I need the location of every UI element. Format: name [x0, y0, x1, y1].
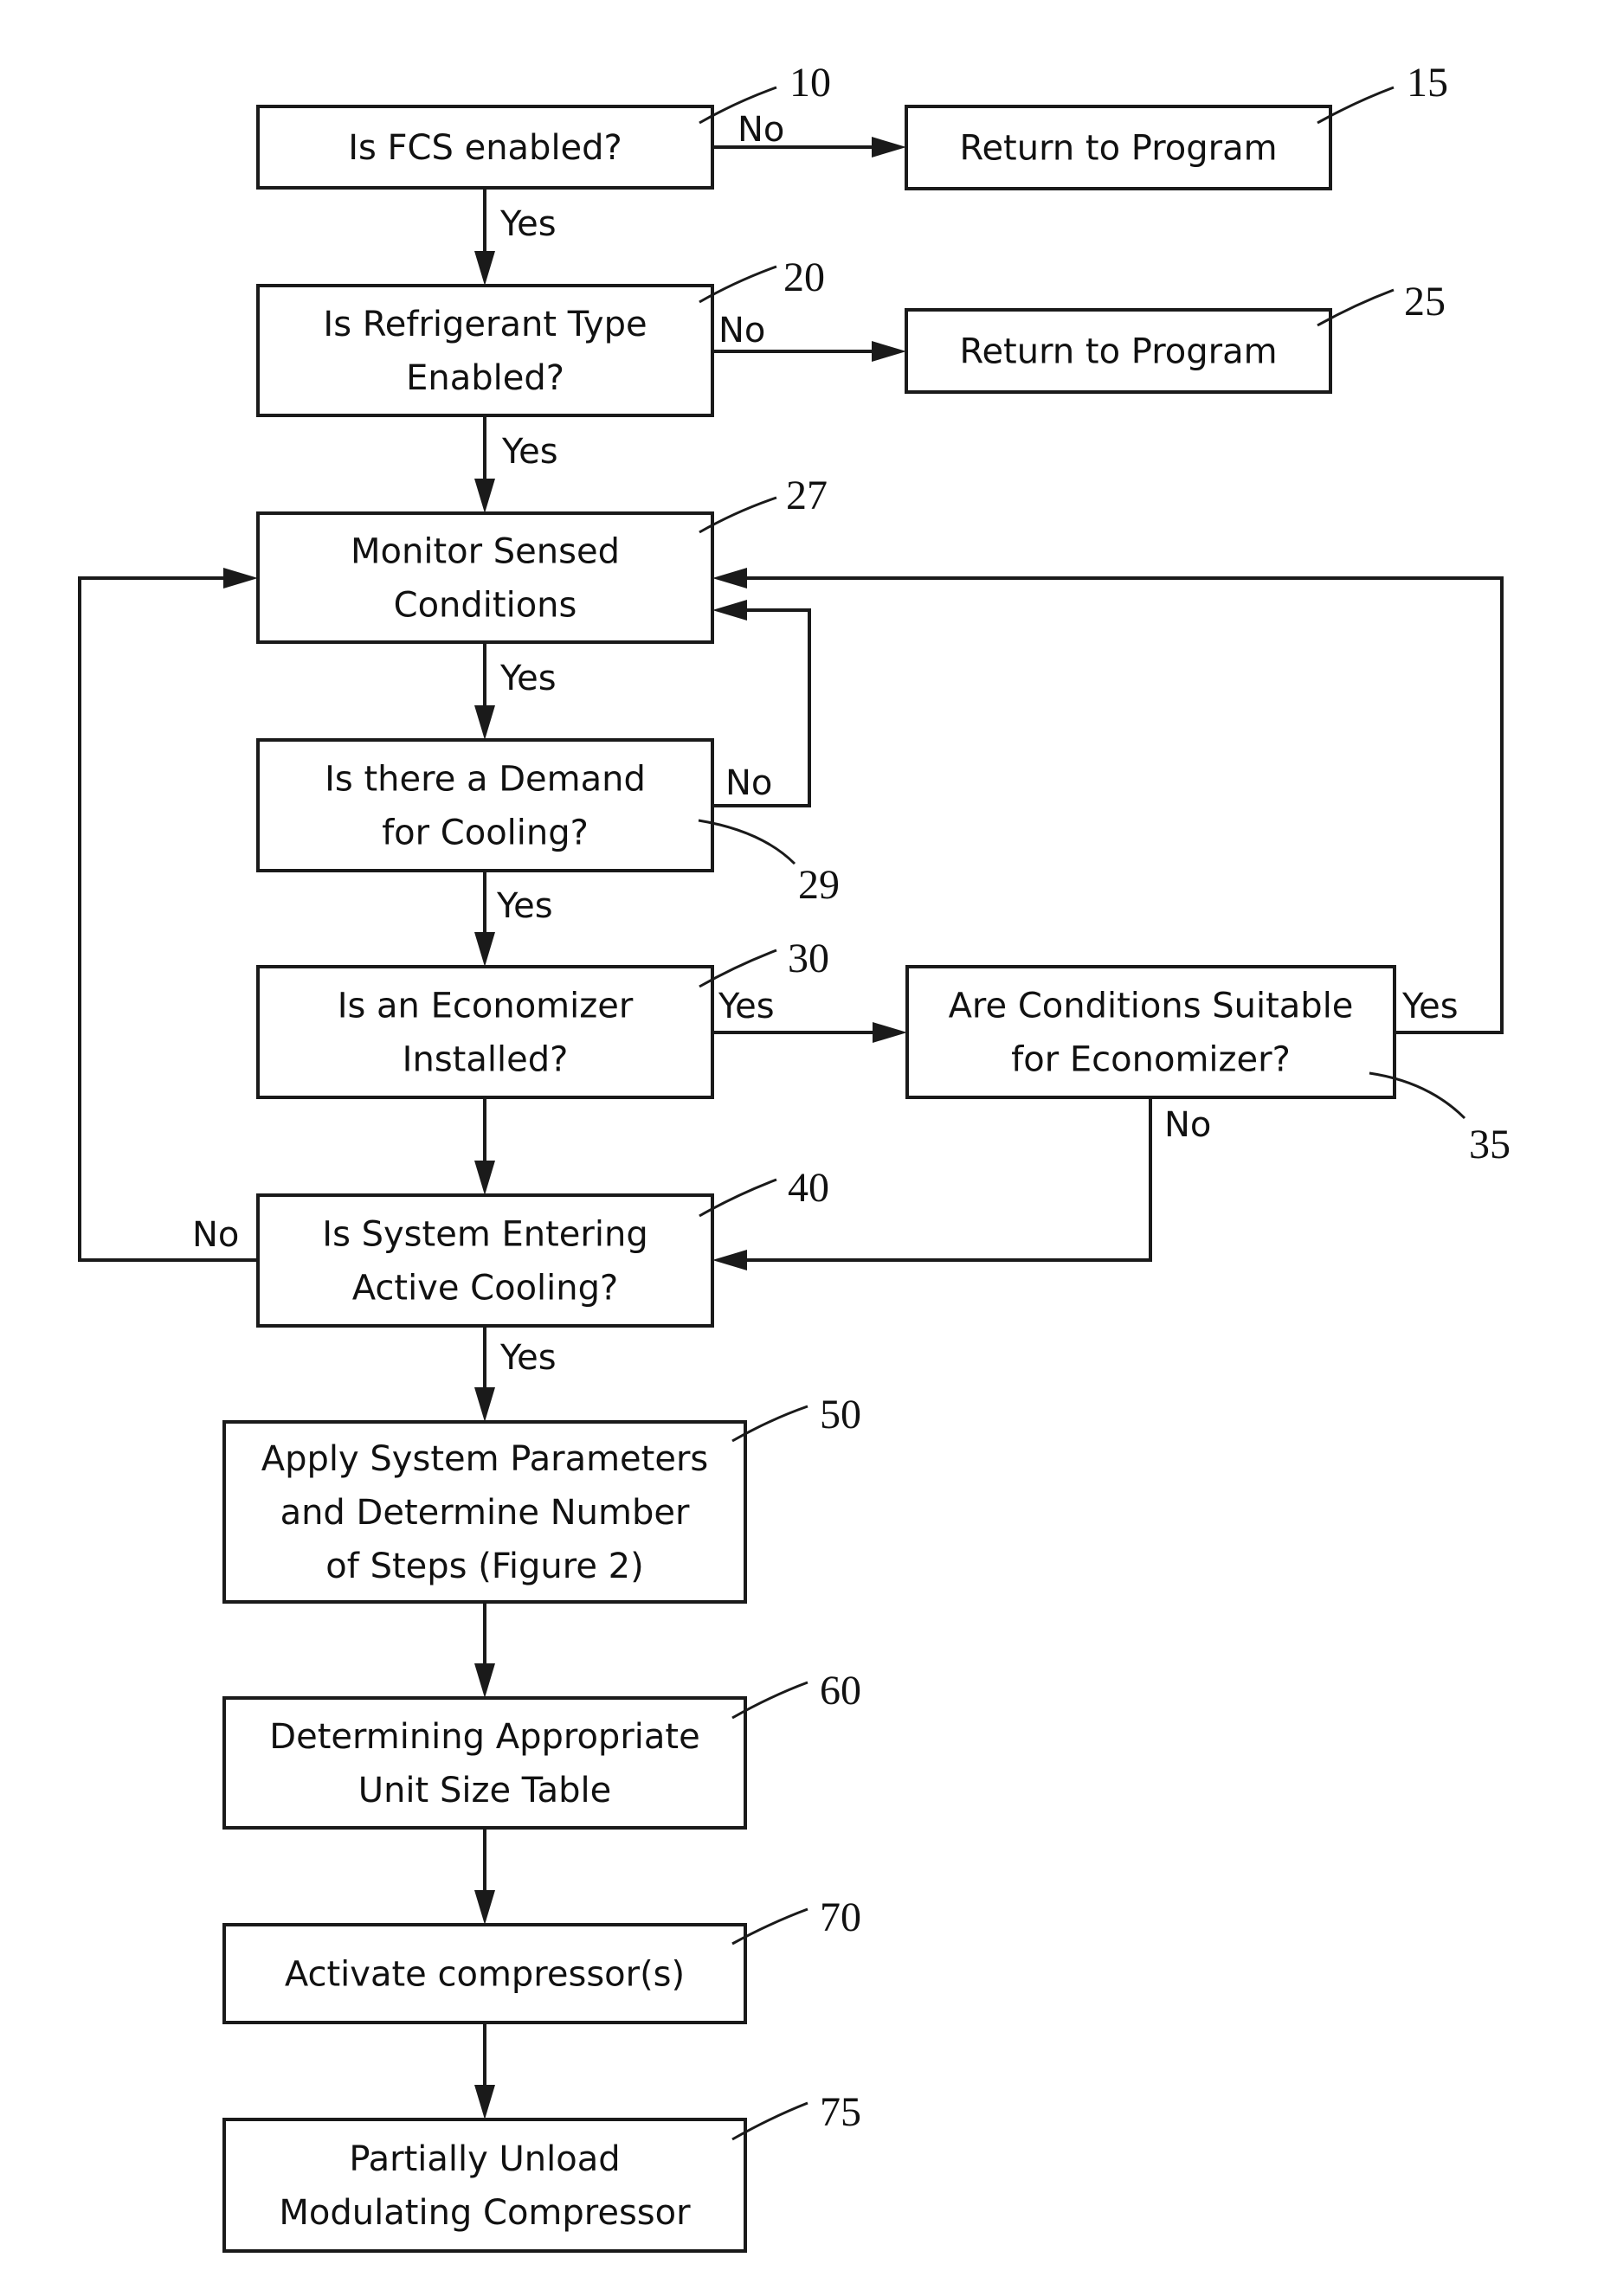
arrowhead-icon: [474, 479, 495, 513]
reference-leader-line: [1317, 288, 1395, 327]
arrowhead-icon: [474, 1663, 495, 1698]
arrowhead-icon: [712, 1250, 747, 1270]
step-text-line: Return to Program: [959, 129, 1277, 169]
step-text-line: Installed?: [403, 1040, 569, 1080]
arrowhead-icon: [712, 568, 747, 588]
reference-numeral: 60: [820, 1668, 861, 1714]
arrowhead-icon: [474, 251, 495, 286]
edge-label-e20-25: No: [718, 311, 765, 351]
step-text-line: Is System Entering: [322, 1215, 647, 1255]
step-text-line: Activate compressor(s): [285, 1955, 685, 1995]
reference-numeral: 27: [786, 473, 828, 518]
step-text-line: Enabled?: [406, 358, 564, 398]
edge-label-e29-30: Yes: [496, 886, 553, 926]
step-text-line: Determining Appropriate: [269, 1717, 699, 1757]
step-box-30: Is an Economizer Installed?: [256, 965, 714, 1099]
reference-numeral: 25: [1404, 279, 1446, 325]
step-box-25: Return to Program: [905, 308, 1332, 394]
edge-label-e35-27: Yes: [1401, 987, 1459, 1026]
arrowhead-icon: [712, 600, 747, 621]
arrowhead-icon: [223, 568, 258, 588]
step-text-line: of Steps (Figure 2): [325, 1547, 643, 1586]
step-text-line: for Economizer?: [1011, 1040, 1291, 1080]
step-box-10: Is FCS enabled?: [256, 105, 714, 190]
arrowhead-icon: [873, 1022, 907, 1043]
edge-label-e40-27: No: [192, 1215, 239, 1255]
arrowhead-icon: [872, 341, 906, 362]
step-text-line: Return to Program: [959, 332, 1277, 372]
reference-numeral: 40: [788, 1165, 829, 1211]
edge-35-27: [745, 576, 1504, 1034]
step-text-line: for Cooling?: [382, 814, 589, 853]
reference-numeral: 10: [789, 60, 831, 106]
step-text-line: Is Refrigerant Type: [323, 305, 647, 344]
arrowhead-icon: [872, 137, 906, 158]
reference-numeral: 75: [820, 2089, 861, 2135]
edge-label-e29-27: No: [725, 763, 772, 803]
step-text-line: Is an Economizer: [338, 987, 634, 1026]
step-box-75: Partially Unload Modulating Compressor: [222, 2118, 747, 2253]
step-box-70: Activate compressor(s): [222, 1923, 747, 2024]
step-text-line: Conditions: [394, 586, 577, 626]
reference-numeral: 15: [1407, 60, 1448, 106]
arrowhead-icon: [474, 2085, 495, 2119]
arrowhead-icon: [474, 1161, 495, 1195]
step-text-line: Active Cooling?: [352, 1269, 619, 1309]
step-text-line: Partially Unload: [349, 2139, 620, 2179]
arrowhead-icon: [474, 1890, 495, 1925]
reference-numeral: 70: [820, 1894, 861, 1940]
flowchart: No Yes No Yes Yes No Yes Yes Yes No No Yes Is FCS e…: [78, 60, 1511, 2253]
reference-numeral: 20: [783, 254, 825, 300]
edge-label-e40-50: Yes: [499, 1338, 557, 1378]
step-text-line: Apply System Parameters: [261, 1439, 708, 1479]
step-box-60: Determining Appropriate Unit Size Table: [222, 1696, 747, 1830]
reference-numeral: 50: [820, 1392, 861, 1437]
step-box-27: Monitor Sensed Conditions: [256, 511, 714, 644]
step-text-line: Are Conditions Suitable: [949, 987, 1354, 1026]
step-box-50: Apply System Parameters and Determine Num…: [222, 1420, 747, 1604]
step-box-35: Are Conditions Suitable for Economizer?: [905, 965, 1396, 1099]
arrowhead-icon: [474, 705, 495, 740]
edge-40-27: [78, 576, 258, 1262]
arrowhead-icon: [474, 932, 495, 967]
reference-numeral: 29: [798, 862, 840, 908]
step-box-29: Is there a Demand for Cooling?: [256, 738, 714, 872]
step-text-line: and Determine Number: [280, 1493, 690, 1533]
reference-numeral: 35: [1469, 1122, 1511, 1167]
step-text-line: Monitor Sensed: [351, 532, 620, 572]
step-text-line: Is there a Demand: [325, 760, 646, 800]
edge-label-e30-35: Yes: [718, 987, 775, 1026]
edge-label-e35-40: No: [1164, 1105, 1211, 1145]
step-text-line: Is FCS enabled?: [348, 128, 622, 168]
edge-label-e20-27: Yes: [501, 432, 558, 472]
step-box-40: Is System Entering Active Cooling?: [256, 1193, 714, 1328]
edge-label-e27-29: Yes: [499, 659, 557, 698]
reference-numeral: 30: [788, 936, 829, 981]
step-box-20: Is Refrigerant Type Enabled?: [256, 284, 714, 417]
edge-label-e10-15: No: [738, 110, 784, 150]
step-text-line: Modulating Compressor: [279, 2193, 691, 2233]
step-box-15: Return to Program: [905, 105, 1332, 190]
arrowhead-icon: [474, 1387, 495, 1422]
edge-label-e10-20: Yes: [499, 204, 557, 244]
step-text-line: Unit Size Table: [358, 1771, 611, 1810]
